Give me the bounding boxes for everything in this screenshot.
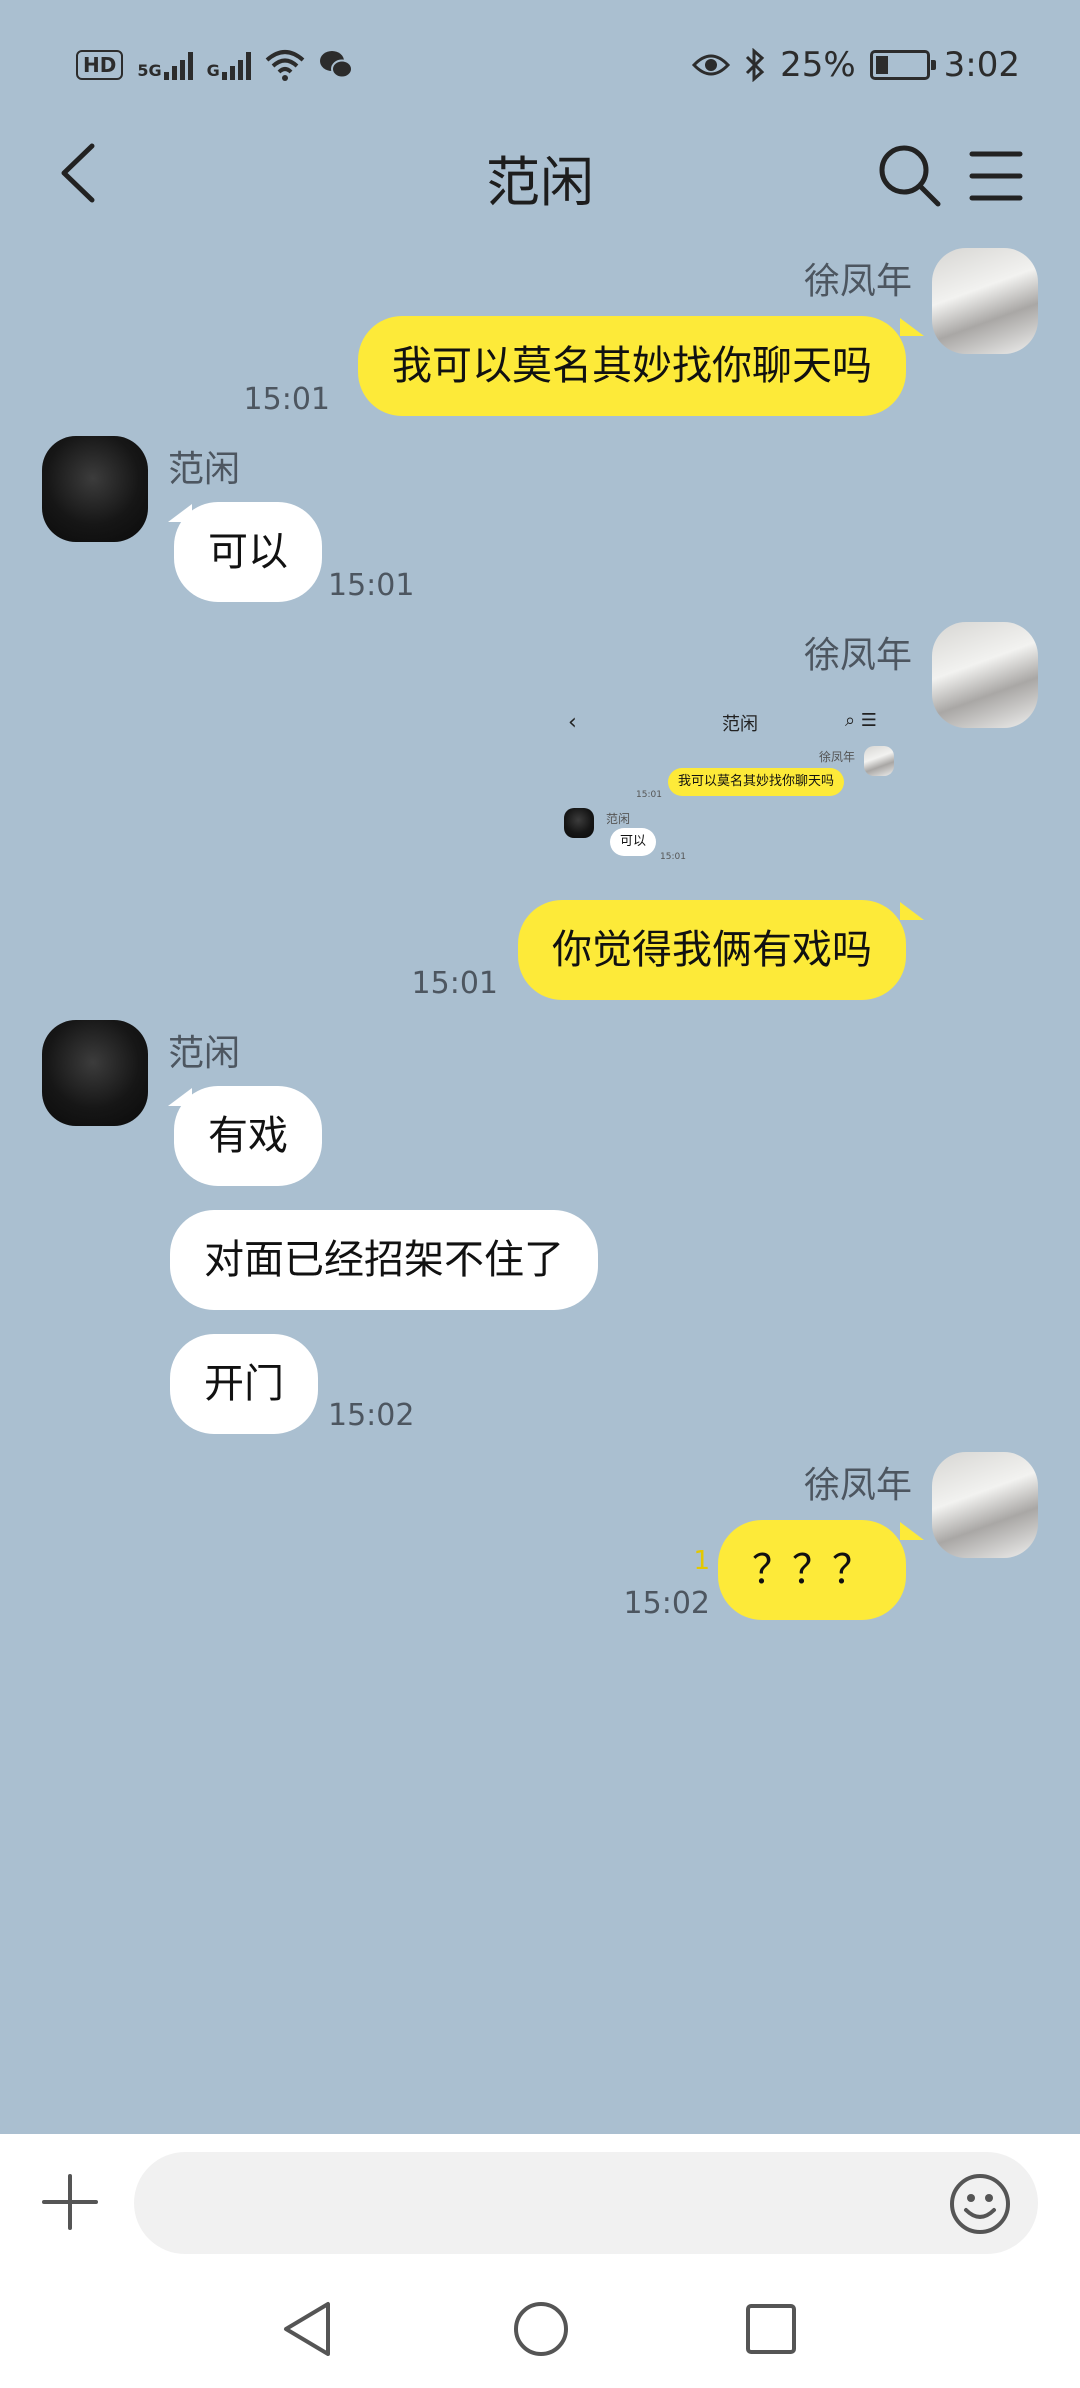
signal-icon: G: [207, 50, 251, 80]
message-bubble[interactable]: 你觉得我俩有戏吗: [518, 900, 906, 1000]
search-icon[interactable]: [876, 140, 942, 210]
message-bubble[interactable]: 我可以莫名其妙找你聊天吗: [358, 316, 906, 416]
message-time: 15:01: [328, 568, 415, 603]
wifi-icon: [265, 50, 305, 81]
bubble-tail: [168, 504, 192, 522]
mini-bubble: 我可以莫名其妙找你聊天吗: [668, 768, 845, 796]
bubble-tail: [900, 318, 924, 336]
mini-time: 15:01: [660, 852, 686, 862]
status-left: HD 5G G: [76, 40, 353, 90]
shared-screenshot[interactable]: ‹ 范闲 ⌕ ☰ 徐凤年 我可以莫名其妙找你聊天吗 15:01 范闲 可以 15…: [560, 690, 920, 870]
avatar[interactable]: [932, 622, 1038, 728]
message-bubble[interactable]: 有戏: [174, 1086, 322, 1186]
mini-sender-name: 徐凤年: [819, 750, 856, 764]
message-bubble[interactable]: ？？？: [718, 1520, 906, 1620]
nav-back-icon[interactable]: [282, 2300, 334, 2358]
hd-icon: HD: [76, 50, 124, 80]
sim2-label: G: [206, 61, 220, 80]
mini-sender-name: 范闲: [606, 812, 631, 826]
sim1-label: 5G: [137, 61, 162, 80]
status-bar: HD 5G G 25% 3:02: [0, 0, 1080, 130]
sender-name: 范闲: [168, 1033, 241, 1074]
bubble-tail: [900, 902, 924, 920]
sender-name: 徐凤年: [803, 635, 912, 676]
mini-avatar: [864, 746, 894, 776]
message-time: 15:01: [411, 966, 498, 1001]
nav-home-icon[interactable]: [512, 2300, 570, 2358]
mini-bubble: 可以: [610, 828, 657, 856]
message-input[interactable]: [134, 2152, 1038, 2254]
battery-percent: 25%: [780, 45, 856, 85]
message-time: 15:01: [243, 382, 330, 417]
battery-fill: [875, 56, 888, 74]
unread-count: 1: [693, 1546, 710, 1576]
sender-name: 徐凤年: [803, 261, 912, 302]
message-bubble[interactable]: 开门: [170, 1334, 318, 1434]
avatar[interactable]: [932, 1452, 1038, 1558]
eye-icon: [692, 54, 731, 76]
message-time: 15:02: [328, 1398, 415, 1433]
nav-recent-icon[interactable]: [744, 2302, 798, 2356]
clock: 3:02: [943, 45, 1020, 85]
message-time: 15:02: [623, 1586, 710, 1621]
sender-name: 徐凤年: [803, 1465, 912, 1506]
menu-icon[interactable]: [968, 148, 1024, 204]
message-bubble[interactable]: 对面已经招架不住了: [170, 1210, 598, 1310]
emoji-icon[interactable]: [948, 2172, 1012, 2236]
avatar[interactable]: [932, 248, 1038, 354]
message-bubble[interactable]: 可以: [174, 502, 322, 602]
mini-avatar: [564, 808, 594, 838]
plus-icon[interactable]: [40, 2172, 100, 2232]
status-right: 25% 3:02: [692, 40, 1020, 90]
mini-time: 15:01: [636, 790, 662, 800]
bubble-tail: [168, 1088, 192, 1106]
avatar[interactable]: [42, 436, 148, 542]
bluetooth-icon: [746, 48, 765, 82]
bubble-tail: [900, 1522, 924, 1540]
mini-search-menu-icon: ⌕ ☰: [845, 710, 877, 731]
sender-name: 范闲: [168, 449, 241, 490]
avatar[interactable]: [42, 1020, 148, 1126]
battery-icon: [869, 50, 936, 80]
wechat-icon: [319, 51, 353, 79]
signal-icon: 5G: [137, 50, 193, 80]
